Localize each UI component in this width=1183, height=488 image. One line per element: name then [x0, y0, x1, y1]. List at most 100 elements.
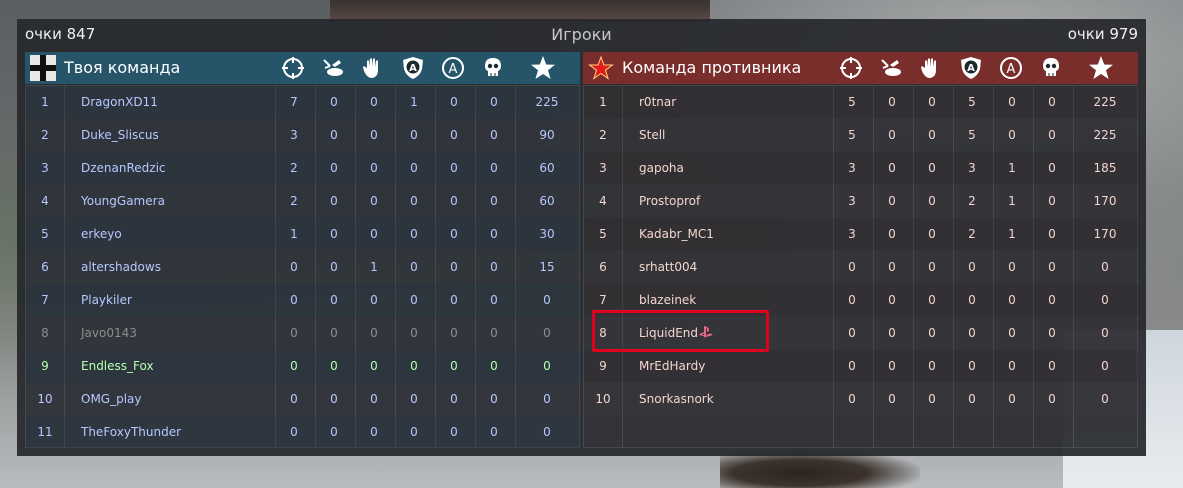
player-points: 0: [1101, 293, 1109, 307]
player-row[interactable]: 5 Kadabr_MC1 3 0 0 2 1 0 170: [584, 218, 1139, 250]
player-name[interactable]: Duke_Sliscus: [81, 128, 159, 142]
player-rank: 5: [599, 227, 607, 241]
player-name-text: OMG_play: [81, 392, 142, 406]
player-name[interactable]: TheFoxyThunder: [81, 425, 181, 439]
player-row[interactable]: 1 DragonXD11 7 0 0 1 0 0 225: [26, 86, 581, 118]
stat-shield-a: 0: [410, 425, 418, 439]
player-points: 225: [535, 95, 559, 109]
player-name[interactable]: Endless_Fox: [81, 359, 154, 373]
player-rank: 8: [41, 326, 49, 340]
stat-crosshair: 0: [290, 326, 298, 340]
player-row[interactable]: 2 Stell 5 0 0 5 0 0 225: [584, 119, 1139, 151]
player-row[interactable]: 7 Playkiler 0 0 0 0 0 0 0: [26, 284, 581, 316]
stat-crosshair: 0: [848, 293, 856, 307]
stat-hand: 0: [928, 227, 936, 241]
player-points: 0: [543, 293, 551, 307]
player-name[interactable]: DragonXD11: [81, 95, 158, 109]
stat-circle-a: 0: [1008, 128, 1016, 142]
player-name[interactable]: DzenanRedzic: [81, 161, 166, 175]
player-row[interactable]: 6 srhatt004 0 0 0 0 0 0 0: [584, 251, 1139, 283]
player-points: 0: [1101, 392, 1109, 406]
player-name[interactable]: srhatt004: [639, 260, 697, 274]
player-name[interactable]: OMG_play: [81, 392, 142, 406]
player-row[interactable]: 1 r0tnar 5 0 0 5 0 0 225: [584, 86, 1139, 118]
stat-hand: 0: [928, 194, 936, 208]
skull-icon: [480, 55, 506, 81]
stat-crosshair: 2: [290, 194, 298, 208]
stat-hand: 0: [370, 425, 378, 439]
stat-skull: 0: [1048, 359, 1056, 373]
stat-circle-a: 0: [1008, 359, 1016, 373]
player-rank: 3: [41, 161, 49, 175]
player-name[interactable]: r0tnar: [639, 95, 676, 109]
player-row[interactable]: 4 YoungGamera 2 0 0 0 0 0 60: [26, 185, 581, 217]
stat-hand: 0: [370, 227, 378, 241]
stat-shield-a: 0: [410, 161, 418, 175]
scoreboard-header: очки 847 Игроки очки 979: [17, 19, 1146, 51]
stat-crosshair: 0: [290, 260, 298, 274]
player-name[interactable]: Snorkasnork: [639, 392, 714, 406]
stat-hand: 0: [928, 392, 936, 406]
player-points: 185: [1093, 161, 1117, 175]
stat-bomb: 0: [330, 161, 338, 175]
player-points: 0: [1101, 260, 1109, 274]
player-name[interactable]: Prostoprof: [639, 194, 700, 208]
stat-hand: 0: [928, 95, 936, 109]
stat-shield-a: 5: [968, 128, 976, 142]
player-row[interactable]: 6 altershadows 0 0 1 0 0 0 15: [26, 251, 581, 283]
player-name[interactable]: gapoha: [639, 161, 684, 175]
player-name-text: srhatt004: [639, 260, 698, 274]
stat-circle-a: 0: [450, 128, 458, 142]
player-name[interactable]: Stell: [639, 128, 665, 142]
player-rank: 2: [599, 128, 607, 142]
player-row[interactable]: 8 Javo0143 0 0 0 0 0 0 0: [26, 317, 581, 349]
player-name-text: Endless_Fox: [81, 359, 154, 373]
svg-text:A: A: [449, 62, 458, 77]
stat-hand: 0: [928, 161, 936, 175]
player-row[interactable]: 10 OMG_play 0 0 0 0 0 0 0: [26, 383, 581, 415]
stat-bomb: 0: [888, 161, 896, 175]
player-name[interactable]: blazeinek: [639, 293, 696, 307]
player-row[interactable]: 5 erkeyo 1 0 0 0 0 0 30: [26, 218, 581, 250]
player-points: 170: [1093, 227, 1117, 241]
stat-shield-a: 0: [410, 359, 418, 373]
stat-shield-a: 0: [410, 293, 418, 307]
stat-circle-a: 0: [450, 161, 458, 175]
player-points: 0: [543, 392, 551, 406]
player-name[interactable]: Javo0143: [81, 326, 137, 340]
stat-circle-a: 0: [1008, 293, 1016, 307]
stat-bomb: 0: [330, 260, 338, 274]
stat-skull: 0: [490, 194, 498, 208]
player-name-text: Playkiler: [81, 293, 132, 307]
player-name-text: DragonXD11: [81, 95, 158, 109]
stat-shield-a: 2: [968, 194, 976, 208]
stat-hand: 0: [370, 95, 378, 109]
player-row[interactable]: 3 gapoha 3 0 0 3 1 0 185: [584, 152, 1139, 184]
player-name[interactable]: YoungGamera: [81, 194, 165, 208]
stat-bomb: 0: [888, 392, 896, 406]
player-row[interactable]: 4 Prostoprof 3 0 0 2 1 0 170: [584, 185, 1139, 217]
player-row[interactable]: 2 Duke_Sliscus 3 0 0 0 0 0 90: [26, 119, 581, 151]
player-points: 0: [543, 425, 551, 439]
player-row[interactable]: 10 Snorkasnork 0 0 0 0 0 0 0: [584, 383, 1139, 415]
enemy-team-table: Команда противника AA 1 r0tnar 5 0 0 5 0 0 225 2 S…: [583, 52, 1139, 448]
player-name[interactable]: altershadows: [81, 260, 161, 274]
player-name[interactable]: MrEdHardy: [639, 359, 705, 373]
player-row[interactable]: 9 Endless_Fox 0 0 0 0 0 0 0: [26, 350, 581, 382]
player-row[interactable]: 3 DzenanRedzic 2 0 0 0 0 0 60: [26, 152, 581, 184]
player-name-text: gapoha: [639, 161, 684, 175]
hand-icon: [918, 55, 944, 81]
player-name[interactable]: Playkiler: [81, 293, 132, 307]
stat-circle-a: 0: [450, 359, 458, 373]
player-name-text: Prostoprof: [639, 194, 701, 208]
stat-skull: 0: [490, 161, 498, 175]
stat-skull: 0: [490, 227, 498, 241]
player-name[interactable]: Kadabr_MC1: [639, 227, 714, 241]
stat-crosshair: 5: [848, 95, 856, 109]
player-row[interactable]: 11 TheFoxyThunder 0 0 0 0 0 0 0: [26, 416, 581, 448]
player-points: 0: [1101, 326, 1109, 340]
player-name[interactable]: erkeyo: [81, 227, 122, 241]
stat-skull: 0: [490, 128, 498, 142]
player-row[interactable]: 9 MrEdHardy 0 0 0 0 0 0 0: [584, 350, 1139, 382]
player-rank: 11: [37, 425, 53, 439]
